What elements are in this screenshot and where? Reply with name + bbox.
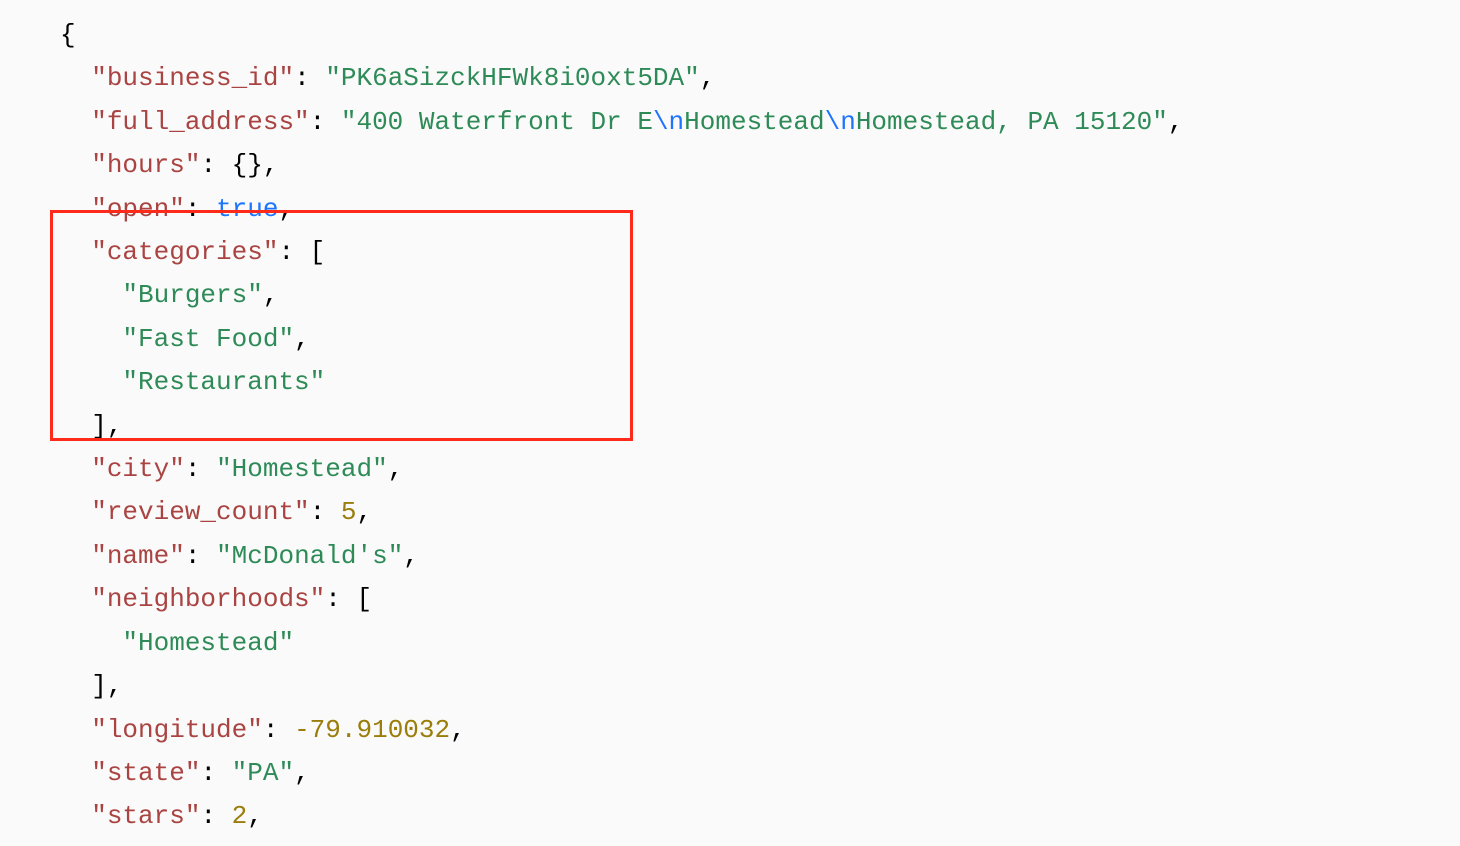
comma: , — [403, 541, 419, 571]
val-open: true — [216, 194, 278, 224]
colon: : — [310, 107, 341, 137]
val-address-1: "400 Waterfront Dr E — [341, 107, 653, 137]
json-code-block: { "business_id": "PK6aSizckHFWk8i0oxt5DA… — [0, 0, 1460, 839]
val-business-id: "PK6aSizckHFWk8i0oxt5DA" — [325, 63, 699, 93]
key-stars: "stars" — [91, 801, 200, 831]
comma: , — [247, 801, 263, 831]
colon: : — [185, 194, 216, 224]
val-review-count: 5 — [341, 497, 357, 527]
key-full-address: "full_address" — [91, 107, 309, 137]
open-brace: { — [60, 20, 76, 50]
comma: , — [263, 150, 279, 180]
val-hours: {} — [232, 150, 263, 180]
colon: : — [278, 237, 309, 267]
comma: , — [294, 758, 310, 788]
key-state: "state" — [91, 758, 200, 788]
colon: : — [185, 541, 216, 571]
comma: , — [700, 63, 716, 93]
colon: : — [185, 454, 216, 484]
comma: , — [294, 324, 310, 354]
val-stars: 2 — [232, 801, 248, 831]
close-bracket-comma: ], — [91, 671, 122, 701]
key-city: "city" — [91, 454, 185, 484]
colon: : — [325, 584, 356, 614]
val-state: "PA" — [232, 758, 294, 788]
comma: , — [450, 715, 466, 745]
comma: , — [263, 280, 279, 310]
escape-n-1: \n — [653, 107, 684, 137]
val-category-3: "Restaurants" — [122, 367, 325, 397]
comma: , — [356, 497, 372, 527]
comma: , — [388, 454, 404, 484]
key-business-id: "business_id" — [91, 63, 294, 93]
escape-n-2: \n — [825, 107, 856, 137]
val-longitude: -79.910032 — [294, 715, 450, 745]
key-categories: "categories" — [91, 237, 278, 267]
key-neighborhoods: "neighborhoods" — [91, 584, 325, 614]
key-open: "open" — [91, 194, 185, 224]
colon: : — [200, 758, 231, 788]
key-hours: "hours" — [91, 150, 200, 180]
val-address-3: Homestead, PA 15120" — [856, 107, 1168, 137]
key-longitude: "longitude" — [91, 715, 263, 745]
val-city: "Homestead" — [216, 454, 388, 484]
colon: : — [200, 801, 231, 831]
colon: : — [294, 63, 325, 93]
open-bracket: [ — [310, 237, 326, 267]
close-bracket-comma: ], — [91, 411, 122, 441]
val-category-2: "Fast Food" — [122, 324, 294, 354]
colon: : — [263, 715, 294, 745]
key-review-count: "review_count" — [91, 497, 309, 527]
comma: , — [1168, 107, 1184, 137]
comma: , — [278, 194, 294, 224]
val-name: "McDonald's" — [216, 541, 403, 571]
open-bracket: [ — [356, 584, 372, 614]
val-category-1: "Burgers" — [122, 280, 262, 310]
val-neighborhood-1: "Homestead" — [122, 628, 294, 658]
val-address-2: Homestead — [684, 107, 824, 137]
colon: : — [310, 497, 341, 527]
colon: : — [200, 150, 231, 180]
key-name: "name" — [91, 541, 185, 571]
